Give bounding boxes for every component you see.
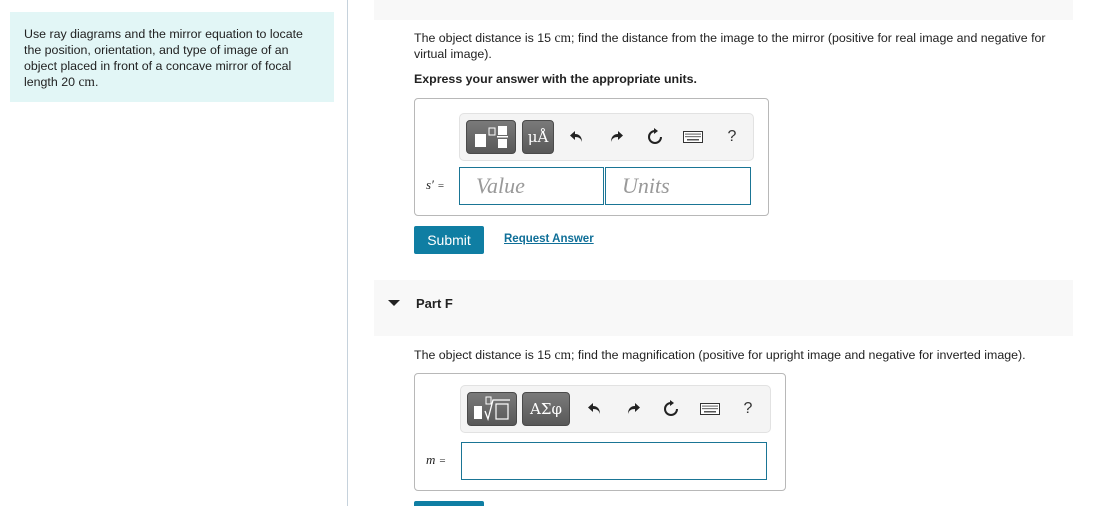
variable-symbol: m [426,452,436,467]
part-f-answer-box: ΑΣφ ? m = [414,373,786,491]
part-f-title: Part F [416,296,453,311]
value-input[interactable] [459,167,604,205]
reset-icon[interactable] [644,126,666,148]
equals-sign: = [439,455,446,467]
question-unit: cm [554,347,572,362]
fraction-template-icon [475,126,508,148]
redo-icon[interactable] [605,126,627,148]
part-e-variable-label: s′ = [426,177,444,193]
part-e-answer-box: μÅ ? s′ = [414,98,769,216]
keyboard-icon[interactable] [699,398,721,420]
submit-button[interactable]: Submit [414,226,484,254]
part-f-toolbar: ΑΣφ ? [460,385,771,433]
fraction-template-button[interactable] [466,120,516,154]
help-icon[interactable]: ? [737,398,759,420]
part-f-submit-button[interactable] [414,501,484,506]
request-answer-link[interactable]: Request Answer [504,233,594,245]
radical-template-icon [474,396,510,422]
units-button[interactable]: μÅ [522,120,554,154]
part-e-question: The object distance is 15 cm; find the d… [414,30,1074,62]
question-text: The object distance is 15 [414,31,555,45]
part-f-question: The object distance is 15 cm; find the m… [414,347,1074,363]
question-text-end: ; find the magnification (positive for u… [571,348,1026,362]
part-e-instruction: Express your answer with the appropriate… [414,72,697,86]
equals-sign: = [437,180,445,192]
help-icon[interactable]: ? [721,126,743,148]
part-e-toolbar: μÅ ? [459,113,754,161]
redo-icon[interactable] [622,398,644,420]
question-unit: cm [554,30,572,45]
undo-icon[interactable] [584,398,606,420]
caret-down-icon[interactable] [388,300,400,306]
variable-symbol: s′ [426,177,434,192]
part-f-header[interactable]: Part F [374,280,1073,336]
intro-text: Use ray diagrams and the mirror equation… [24,27,303,89]
units-input[interactable] [605,167,751,205]
question-text: The object distance is 15 [414,348,555,362]
intro-text-end: . [94,75,99,89]
intro-unit: cm [78,74,95,89]
radical-template-button[interactable] [467,392,517,426]
keyboard-icon[interactable] [682,126,704,148]
undo-icon[interactable] [566,126,588,148]
part-f-variable-label: m = [426,452,446,468]
column-divider [347,0,348,506]
greek-symbols-button[interactable]: ΑΣφ [522,392,570,426]
problem-intro: Use ray diagrams and the mirror equation… [10,12,334,102]
reset-icon[interactable] [660,398,682,420]
part-e-header[interactable] [374,0,1073,20]
magnification-input[interactable] [461,442,767,480]
